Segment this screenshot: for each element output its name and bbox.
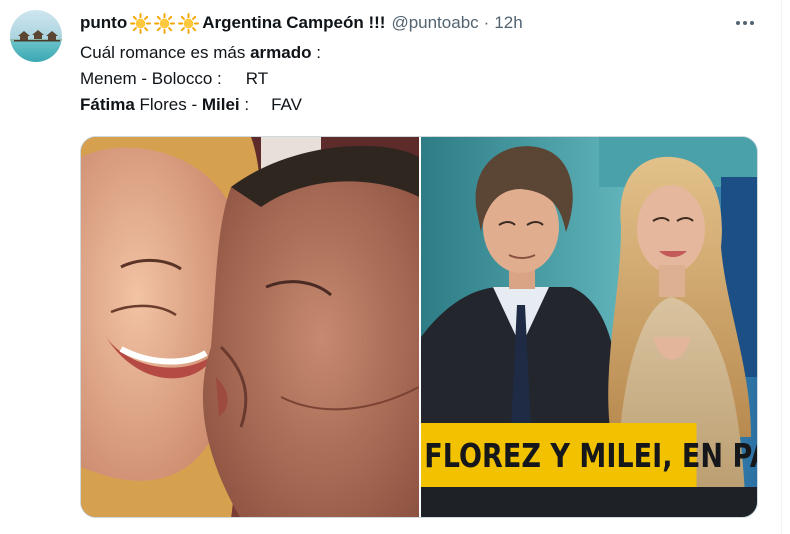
- tweet-header: punto Argentina Campeón !!! @puntoabc · …: [80, 10, 523, 36]
- text-segment: Cuál romance es más: [80, 43, 251, 62]
- tweet-text-line-1: Cuál romance es más armado :: [80, 40, 321, 66]
- more-horizontal-icon: [736, 21, 754, 25]
- tweet-text-line-2: Menem - Bolocco : RT: [80, 66, 321, 92]
- tweet-timestamp[interactable]: 12h: [494, 13, 522, 33]
- media-image-right[interactable]: FLOREZ Y MILEI, EN PARE: [421, 137, 757, 517]
- text-segment: :: [239, 95, 250, 114]
- tweet-text-line-3: Fátima Flores - Milei : FAV: [80, 92, 321, 118]
- text-segment: :: [311, 43, 321, 62]
- text-bold-segment: Fátima: [80, 95, 135, 114]
- sun-emoji-icon: [130, 12, 152, 34]
- kiss-photo-illustration: [81, 137, 419, 517]
- author-name: punto: [80, 13, 128, 32]
- text-bold-segment: armado: [250, 43, 312, 62]
- sun-emoji-icon: [154, 12, 176, 34]
- news-banner: FLOREZ Y MILEI, EN PARE: [421, 423, 757, 487]
- author-handle[interactable]: @puntoabc: [391, 13, 478, 33]
- author-avatar[interactable]: [10, 10, 62, 62]
- beach-huts-avatar-icon: [10, 10, 62, 62]
- more-options-button[interactable]: [730, 12, 760, 34]
- text-bold-segment: Milei: [201, 95, 240, 114]
- author-display-name[interactable]: punto Argentina Campeón !!!: [80, 12, 386, 34]
- media-image-left[interactable]: [81, 137, 419, 517]
- text-segment: Menem - Bolocco :: [80, 69, 222, 88]
- author-name-suffix: Argentina Campeón !!!: [202, 13, 386, 32]
- sun-emoji-icon: [178, 12, 200, 34]
- text-segment: FAV: [271, 95, 302, 114]
- tweet-card[interactable]: punto Argentina Campeón !!! @puntoabc · …: [0, 0, 790, 534]
- tweet-text: Cuál romance es más armado : Menem - Bol…: [80, 40, 321, 118]
- timeline-divider: [781, 0, 782, 534]
- tweet-media-grid: FLOREZ Y MILEI, EN PARE: [80, 136, 758, 518]
- separator-dot: ·: [483, 13, 490, 32]
- text-segment: Flores -: [134, 95, 202, 114]
- text-segment: RT: [245, 69, 269, 88]
